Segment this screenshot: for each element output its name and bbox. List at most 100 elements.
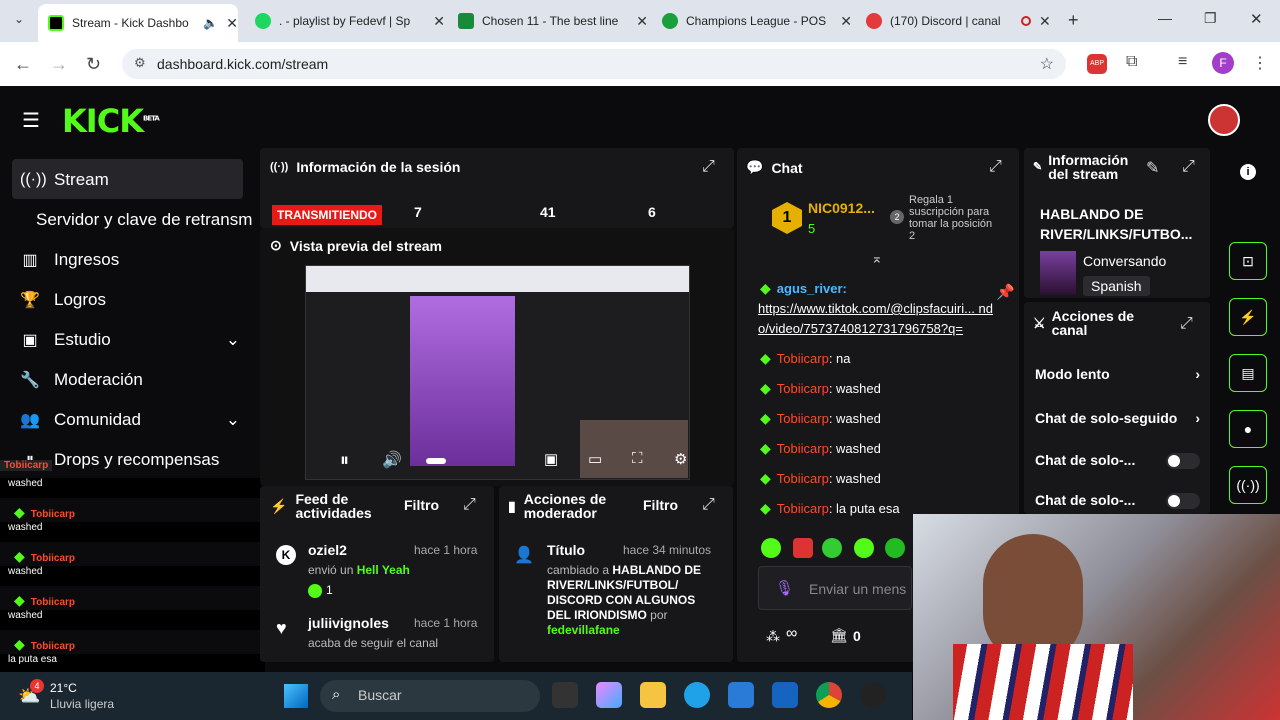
edit-icon[interactable]: ✎ <box>1146 158 1159 178</box>
expand-icon[interactable]: ⤢ <box>702 158 715 176</box>
tab-search-icon[interactable]: ⌄ <box>14 12 24 26</box>
pip-icon[interactable]: ▣ <box>544 450 558 468</box>
sidebar-item-moderation[interactable]: 🔧 Moderación <box>20 370 143 390</box>
activity-user[interactable]: juliivignoles <box>308 615 389 631</box>
emote-icon[interactable] <box>854 538 874 558</box>
slow-mode-item[interactable]: Modo lento › <box>1035 366 1200 382</box>
broadcast-button[interactable]: ((·)) <box>1229 466 1267 504</box>
expand-icon[interactable]: ⤢ <box>989 158 1002 176</box>
forward-icon[interactable]: → <box>50 54 68 75</box>
sidebar-item-server-key[interactable]: Servidor y clave de retransm <box>36 210 252 230</box>
sidebar-item-community[interactable]: 👥 Comunidad ⌄ <box>20 410 240 430</box>
url-field[interactable]: ⚙ dashboard.kick.com/stream ☆ <box>122 49 1066 79</box>
volume-icon[interactable]: 🔊 <box>382 450 402 470</box>
site-info-icon[interactable]: ⚙ <box>134 55 146 71</box>
emote-icon[interactable] <box>822 538 842 558</box>
tab-kick[interactable]: Stream - Kick Dashbo 🔈 ✕ <box>38 4 238 42</box>
outlook-icon[interactable] <box>772 682 798 708</box>
tab-spotify[interactable]: . - playlist by Fedevf | Sp ✕ <box>245 6 445 36</box>
settings-gear-icon[interactable]: ⚙ <box>674 450 687 468</box>
volume-slider[interactable] <box>426 458 446 464</box>
activity-user[interactable]: oziel2 <box>308 542 347 558</box>
bookmark-star-icon[interactable]: ☆ <box>1040 54 1054 74</box>
restore-icon[interactable]: ❐ <box>1204 10 1217 27</box>
tab-title: Champions League - POS <box>686 14 827 28</box>
collapse-icon[interactable]: ⌅ <box>871 250 883 267</box>
reload-icon[interactable]: ↻ <box>86 54 101 75</box>
top-gifter-name[interactable]: NIC0912... <box>808 200 875 216</box>
activity-count: 1 <box>308 583 333 598</box>
chat-mode-toggle[interactable] <box>1166 453 1200 469</box>
profile-avatar[interactable]: F <box>1212 52 1234 74</box>
sidebar-item-studio[interactable]: ▣ Estudio ⌄ <box>20 330 240 350</box>
hamburger-menu-icon[interactable]: ☰ <box>22 108 40 133</box>
menu-dots-icon[interactable]: ⋮ <box>1252 53 1268 73</box>
emote-icon[interactable] <box>793 538 813 558</box>
stream-category[interactable]: Conversando <box>1083 253 1166 269</box>
notes-button[interactable]: ▤ <box>1229 354 1267 392</box>
activity-filter-button[interactable]: Filtro <box>404 497 439 513</box>
speaker-icon[interactable]: 🔈 <box>203 16 218 30</box>
adblock-icon[interactable]: ABP <box>1087 54 1107 74</box>
close-tab-icon[interactable]: ✕ <box>636 13 648 30</box>
edge-icon[interactable] <box>684 682 710 708</box>
chrome-icon[interactable] <box>816 682 842 708</box>
stream-preview-video[interactable]: ⏸ 🔊 ▣ ▭ ⛶ ⚙ <box>305 265 690 480</box>
theater-icon[interactable]: ▭ <box>588 450 602 468</box>
fullscreen-icon[interactable]: ⛶ <box>632 450 643 467</box>
close-tab-icon[interactable]: ✕ <box>433 13 445 30</box>
expand-icon[interactable]: ⤢ <box>463 496 476 514</box>
broadcast-icon: ((·)) <box>1236 477 1260 493</box>
emote-icon[interactable] <box>761 538 781 558</box>
points-icon[interactable]: ⁂ <box>766 628 780 645</box>
obs-icon[interactable] <box>860 682 886 708</box>
close-tab-icon[interactable]: ✕ <box>840 13 852 30</box>
kick-logo[interactable]: KICKBETA <box>62 102 160 140</box>
close-tab-icon[interactable]: ✕ <box>226 15 238 32</box>
user-avatar[interactable] <box>1208 104 1240 136</box>
screenshot-button[interactable]: ⊡ <box>1229 242 1267 280</box>
chat-input[interactable]: 🎙 Enviar un mens <box>758 566 912 610</box>
tab-champions[interactable]: Champions League - POS ✕ <box>652 6 852 36</box>
chat-mode-item: Chat de solo-... <box>1035 452 1136 468</box>
activity-highlight: Hell Yeah <box>356 563 410 577</box>
task-view-icon[interactable] <box>552 682 578 708</box>
tab-discord[interactable]: (170) Discord | canal ✕ <box>856 6 1056 36</box>
points-value: ∞ <box>786 625 798 642</box>
expand-icon[interactable]: ⤢ <box>1182 158 1195 176</box>
gift-promo-text[interactable]: Regala 1 suscripción para tomar la posic… <box>909 194 1001 242</box>
close-window-icon[interactable]: ✕ <box>1250 10 1263 28</box>
media-control-icon[interactable]: ≡ <box>1178 53 1187 71</box>
windows-start-icon[interactable] <box>284 684 308 708</box>
pin-icon[interactable]: 📌 <box>996 283 1015 301</box>
back-icon[interactable]: ← <box>14 54 32 75</box>
shop-icon[interactable]: 🏛 <box>830 627 848 644</box>
pause-icon[interactable]: ⏸ <box>340 450 349 471</box>
new-tab-icon[interactable]: + <box>1068 10 1079 31</box>
emote-icon[interactable] <box>885 538 905 558</box>
extensions-icon[interactable]: ⧉ <box>1126 53 1137 71</box>
store-icon[interactable] <box>728 682 754 708</box>
modactions-filter-button[interactable]: Filtro <box>643 497 678 513</box>
expand-icon[interactable]: ⤢ <box>1180 315 1193 333</box>
followers-only-item[interactable]: Chat de solo-seguido › <box>1035 410 1200 426</box>
microphone-icon[interactable]: 🎙 <box>775 579 794 597</box>
tab-title: . - playlist by Fedevf | Sp <box>279 14 411 28</box>
chat-popout-button[interactable]: ● <box>1229 410 1267 448</box>
chat-mode-toggle[interactable] <box>1166 493 1200 509</box>
sidebar-item-stream[interactable]: ((·)) Stream <box>20 170 109 190</box>
preview-tiktok-video <box>410 296 515 466</box>
sidebar-item-income[interactable]: ▥ Ingresos <box>20 250 119 270</box>
expand-icon[interactable]: ⤢ <box>702 496 715 514</box>
file-explorer-icon[interactable] <box>640 682 666 708</box>
tab-chosen[interactable]: Chosen 11 - The best line ✕ <box>448 6 648 36</box>
close-tab-icon[interactable]: ✕ <box>1039 13 1051 30</box>
copilot-icon[interactable] <box>596 682 622 708</box>
minimize-icon[interactable]: — <box>1158 10 1172 26</box>
sidebar-item-achievements[interactable]: 🏆 Logros <box>20 290 106 310</box>
quick-action-button[interactable]: ⚡ <box>1229 298 1267 336</box>
chat-link[interactable]: https://www.tiktok.com/@clipsfacuiri... … <box>758 299 993 339</box>
taskbar-search[interactable]: ⌕ Buscar <box>320 680 540 712</box>
info-icon[interactable]: i <box>1240 164 1256 180</box>
modaction-time: hace 34 minutos <box>623 543 712 557</box>
